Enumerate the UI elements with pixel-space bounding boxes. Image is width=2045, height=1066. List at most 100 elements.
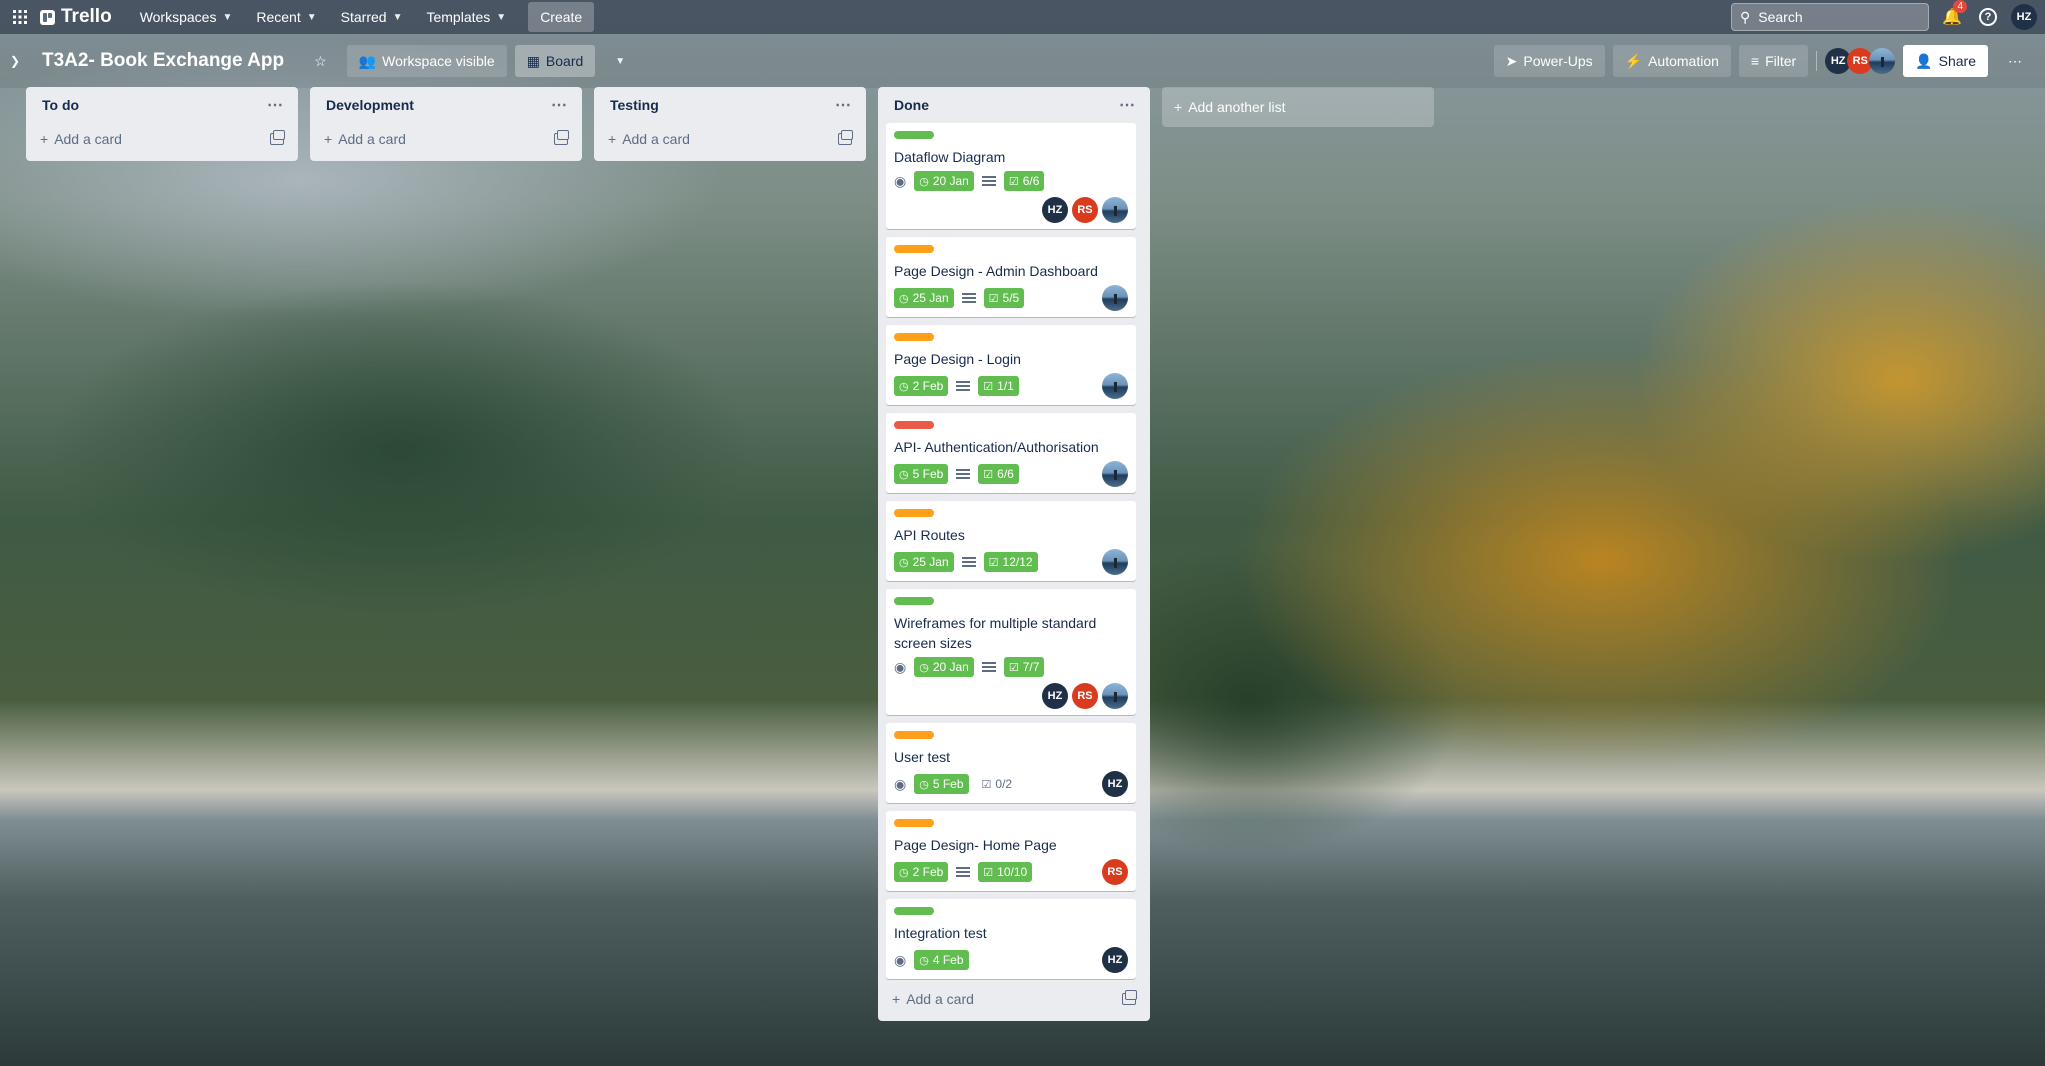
card[interactable]: Page Design - Admin Dashboard ◷ 25 Jan ☑ 5/5 [886,237,1136,317]
card-title: Page Design - Admin Dashboard [894,263,1098,279]
card-label[interactable] [894,245,934,253]
card-label[interactable] [894,333,934,341]
automation-button[interactable]: ⚡ Automation [1612,45,1731,77]
checklist-icon: ☑ [983,468,994,481]
card-label[interactable] [894,907,934,915]
member-avatar[interactable]: RS [1102,859,1128,885]
card[interactable]: Dataflow Diagram ◉ ◷ 20 Jan ☑ 6/6 HZ RS [886,123,1136,229]
nav-recent[interactable]: Recent ▼ [246,3,326,31]
member-avatar[interactable]: RS [1072,197,1098,223]
nav-workspaces[interactable]: Workspaces ▼ [130,3,243,31]
add-card-left: + Add a card [40,131,122,147]
member-avatar[interactable] [1102,549,1128,575]
card[interactable]: Page Design- Home Page ◷ 2 Feb ☑ 10/10 RS [886,811,1136,891]
template-icon[interactable] [838,130,853,145]
due-date-badge[interactable]: ◷ 2 Feb [894,862,949,882]
card[interactable]: API Routes ◷ 25 Jan ☑ 12/12 [886,501,1136,581]
member-avatar[interactable]: HZ [1042,683,1068,709]
clock-icon: ◷ [919,175,929,188]
add-list-button[interactable]: + Add another list [1162,87,1434,127]
add-card-button[interactable]: + Add a card [886,983,1142,1015]
list-header[interactable]: Testing ⋯ [602,87,858,123]
clock-icon: ◷ [899,556,909,569]
due-date-badge[interactable]: ◷ 5 Feb [914,774,969,794]
member-avatar[interactable] [1102,461,1128,487]
card-label[interactable] [894,509,934,517]
list-title[interactable]: Development [326,97,414,113]
due-date-badge[interactable]: ◷ 20 Jan [914,657,974,677]
add-card-left: + Add a card [608,131,690,147]
card-label[interactable] [894,421,934,429]
visibility-button[interactable]: 👥 Workspace visible [346,45,507,77]
card[interactable]: API- Authentication/Authorisation ◷ 5 Feb ☑… [886,413,1136,493]
list-header[interactable]: To do ⋯ [34,87,290,123]
header-divider [1816,51,1818,71]
member-avatar[interactable] [1102,197,1128,223]
search-input[interactable]: ⚲ Search [1731,3,1929,31]
due-date-badge[interactable]: ◷ 2 Feb [894,376,949,396]
member-avatar[interactable] [1102,285,1128,311]
add-card-button[interactable]: + Add a card [34,123,290,155]
people-icon: 👥 [358,52,377,69]
lightning-icon: ⚡ [1624,52,1643,69]
member-avatar[interactable]: HZ [1102,771,1128,797]
card[interactable]: User test ◉ ◷ 5 Feb ☑ 0/2 HZ [886,723,1136,803]
trello-logo[interactable]: Trello [40,6,112,28]
help-button[interactable]: ? [1975,4,2001,30]
template-icon[interactable] [554,130,569,145]
card-label[interactable] [894,131,934,139]
list-title[interactable]: Testing [610,97,659,113]
checklist-count: 12/12 [1002,555,1033,569]
card-label[interactable] [894,819,934,827]
nav-templates[interactable]: Templates ▼ [416,3,516,31]
description-icon [961,292,976,304]
view-switcher-button[interactable]: ▼ [603,45,637,77]
card-badges: ◷ 2 Feb ☑ 10/10 [894,862,1033,882]
sidebar-toggle-icon[interactable]: ❯ [10,47,24,75]
list-header[interactable]: Done ⋯ [886,87,1142,123]
due-date-badge[interactable]: ◷ 25 Jan [894,552,954,572]
card-footer: ◷ 2 Feb ☑ 10/10 RS [894,859,1128,885]
card-members: HZ [1102,771,1128,797]
template-icon[interactable] [270,130,285,145]
card-label[interactable] [894,597,934,605]
board-member-avatar[interactable] [1869,48,1896,74]
due-date-badge[interactable]: ◷ 20 Jan [914,171,974,191]
board-title[interactable]: T3A2- Book Exchange App [32,46,294,76]
board-menu-button[interactable]: ⋯ [1996,45,2035,77]
more-icon[interactable]: ⋯ [267,95,284,115]
powerups-button[interactable]: ➤ Power-Ups [1493,45,1605,77]
card-label[interactable] [894,731,934,739]
due-date-badge[interactable]: ◷ 5 Feb [894,464,949,484]
member-avatar[interactable] [1102,683,1128,709]
list-title[interactable]: Done [894,97,929,113]
member-avatar[interactable]: RS [1072,683,1098,709]
nav-starred[interactable]: Starred ▼ [331,3,413,31]
account-avatar[interactable]: HZ [2011,4,2037,30]
create-button[interactable]: Create [528,2,595,32]
notifications-button[interactable]: 🔔 4 [1939,0,1967,30]
list-header[interactable]: Development ⋯ [318,87,574,123]
card[interactable]: Page Design - Login ◷ 2 Feb ☑ 1/1 [886,325,1136,405]
share-button[interactable]: 👤 Share [1903,45,1988,77]
card-title: User test [894,749,951,765]
template-icon[interactable] [1122,990,1137,1005]
more-icon[interactable]: ⋯ [551,95,568,115]
card[interactable]: Integration test ◉ ◷ 4 Feb HZ [886,899,1136,979]
due-date-badge[interactable]: ◷ 4 Feb [914,950,969,970]
filter-button[interactable]: ≡ Filter [1738,45,1809,77]
board-view-button[interactable]: ▦ Board [514,45,596,77]
card[interactable]: Wireframes for multiple standard screen … [886,589,1136,715]
more-icon[interactable]: ⋯ [835,95,852,115]
add-card-button[interactable]: + Add a card [602,123,858,155]
grid-icon[interactable] [8,5,32,29]
star-board-button[interactable]: ☆ [302,45,339,77]
list-title[interactable]: To do [42,97,79,113]
due-date-badge[interactable]: ◷ 25 Jan [894,288,954,308]
member-avatar[interactable] [1102,373,1128,399]
member-avatar[interactable]: HZ [1042,197,1068,223]
add-card-button[interactable]: + Add a card [318,123,574,155]
board-members: HZ RS [1825,48,1896,74]
member-avatar[interactable]: HZ [1102,947,1128,973]
more-icon[interactable]: ⋯ [1119,95,1136,115]
